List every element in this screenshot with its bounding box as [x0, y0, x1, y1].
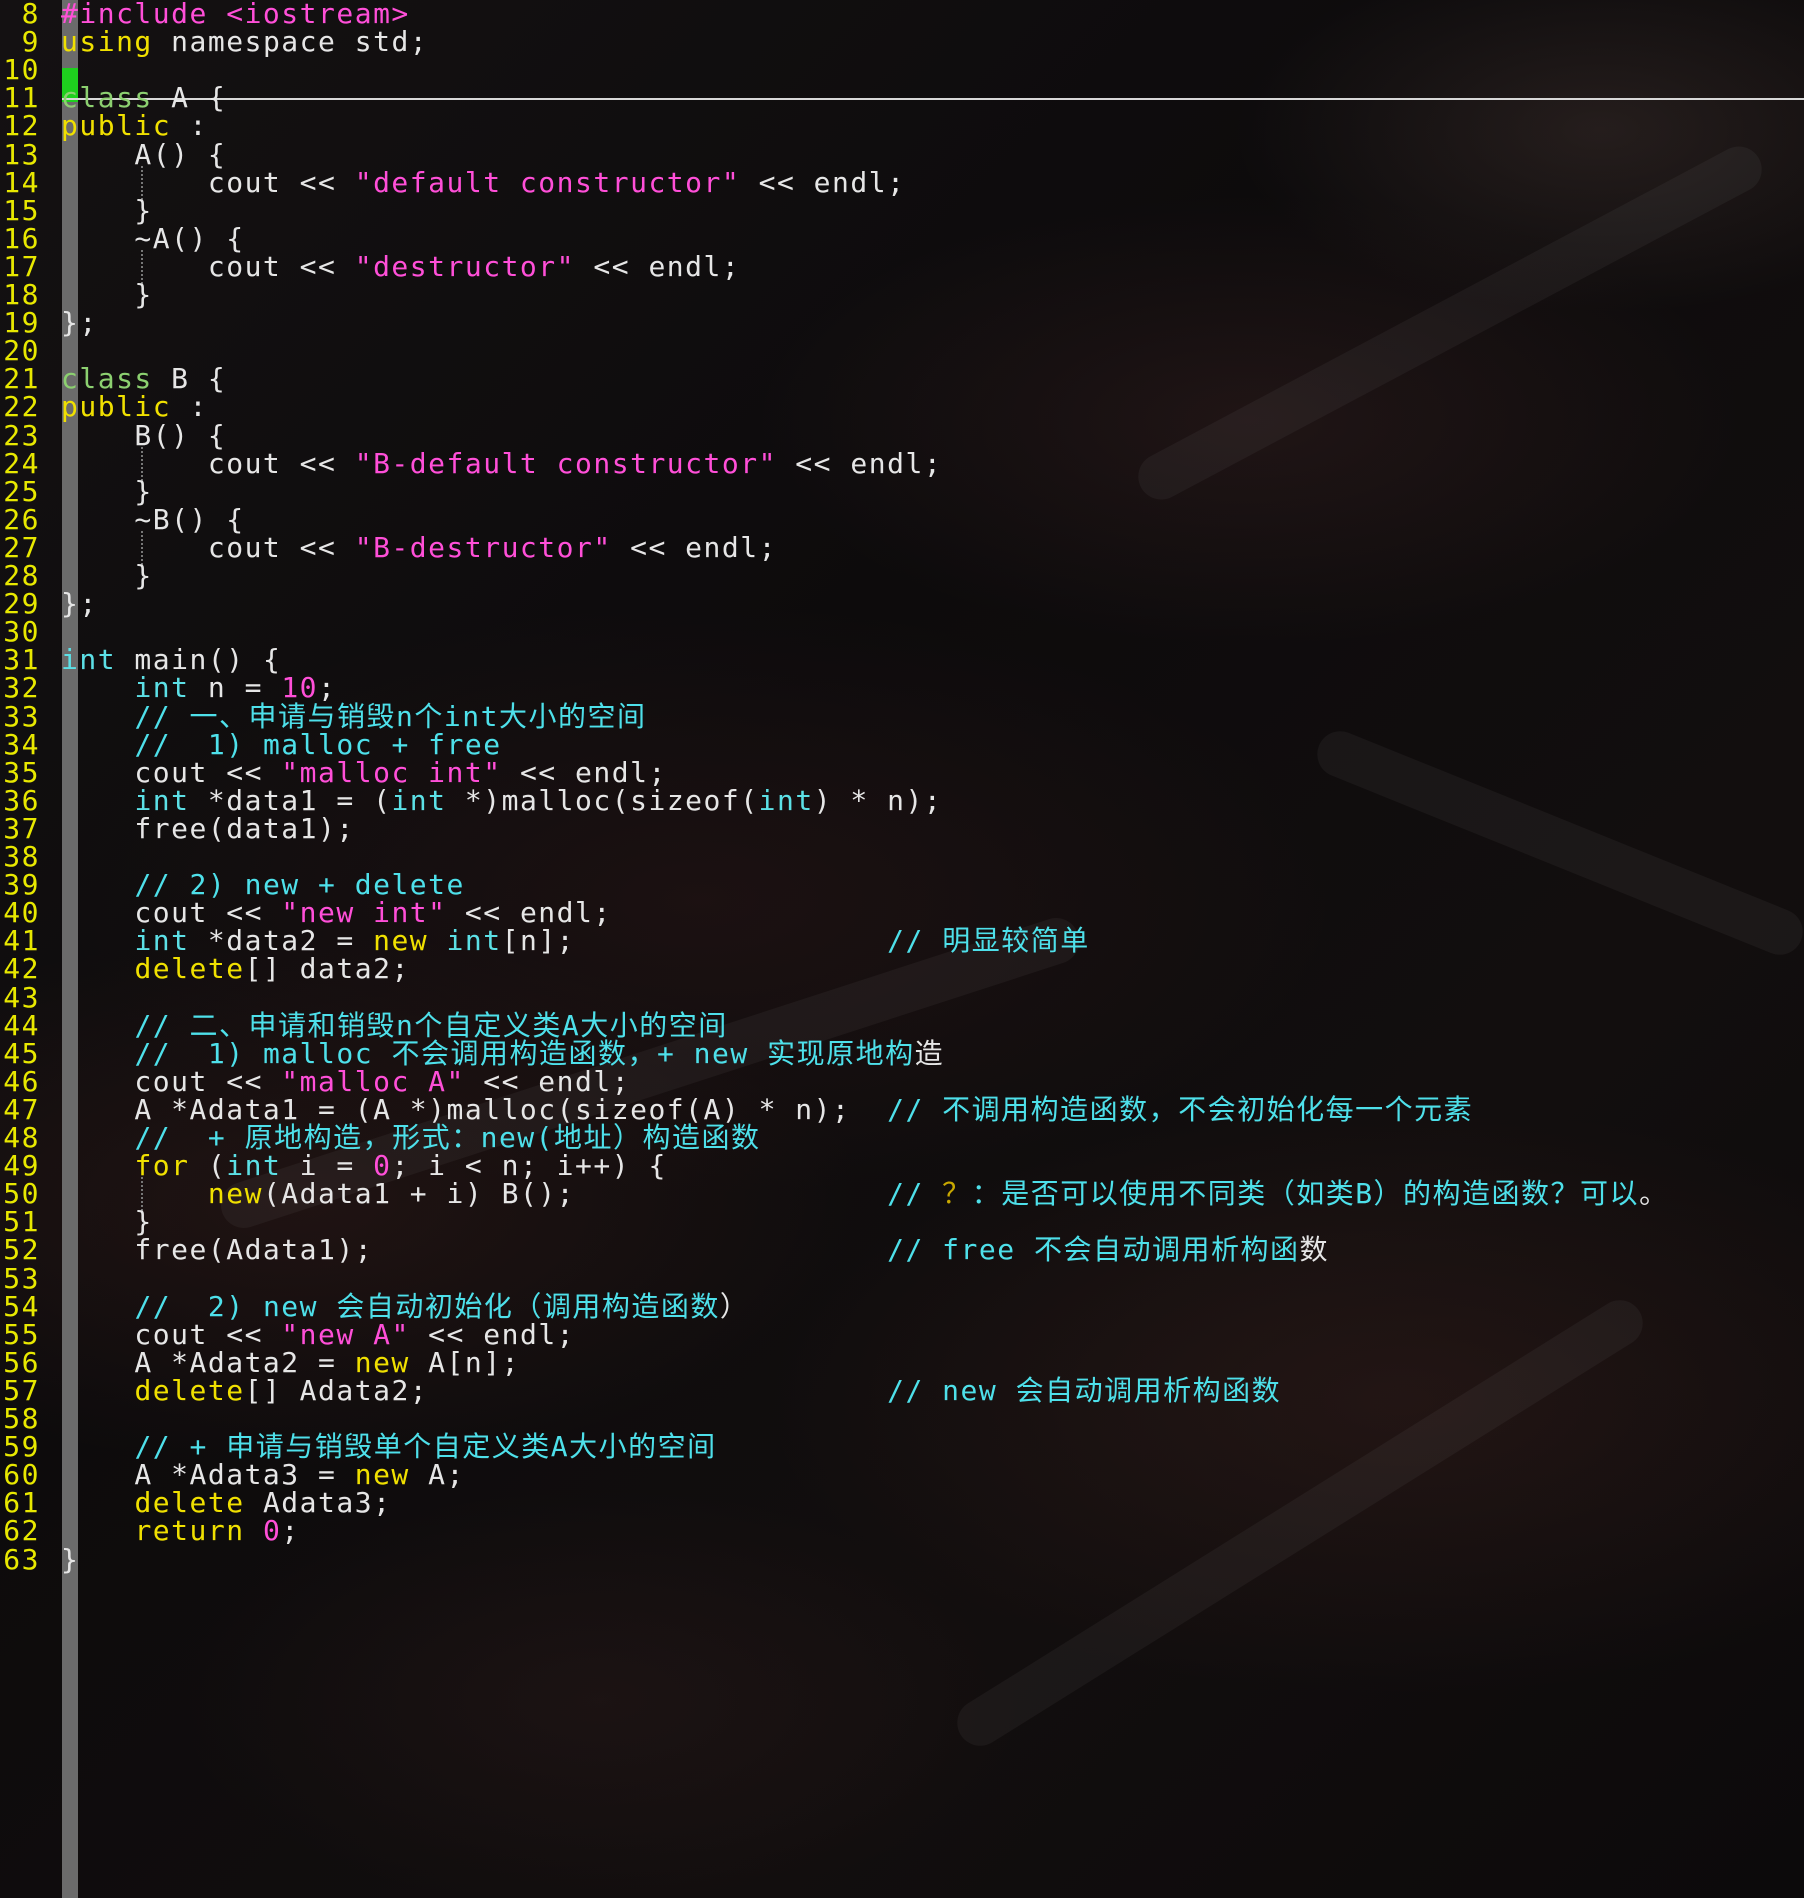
code-token: // 明显较简单 — [887, 924, 1090, 958]
code-token: "default constructor" — [354, 165, 741, 199]
code-token: delete — [134, 952, 245, 986]
code-token: ; — [281, 1514, 300, 1548]
code-token: free(Adata1); — [61, 1233, 888, 1267]
code-text[interactable]: }; — [61, 587, 98, 621]
line-number: 63 — [3, 1542, 40, 1576]
code-token: (Adata1 + i) B(); — [262, 1177, 888, 1211]
code-token: [n]; — [501, 924, 888, 958]
code-token: // — [887, 1177, 943, 1211]
code-token: ：是否可以使用不同类（如类B）的构造函数？可以 — [971, 1177, 1640, 1211]
code-token: << endl; — [776, 446, 943, 480]
background-stroke — [1310, 724, 1804, 962]
code-token: *)malloc(sizeof( — [446, 783, 759, 817]
code-token: ） — [719, 1289, 750, 1323]
code-text[interactable]: delete[] Adata2; // new 会自动调用析构函数 — [61, 1374, 1281, 1408]
code-token: ) * n); — [813, 783, 943, 817]
code-token: 造 — [914, 1036, 945, 1070]
code-token: }; — [61, 587, 98, 621]
code-token: ？ — [942, 1177, 972, 1211]
code-text[interactable]: using namespace std; — [61, 25, 428, 59]
cursor-line-underline — [62, 98, 1804, 100]
code-token: [] Adata2; — [244, 1373, 888, 1407]
code-text[interactable]: cout << "default constructor" << endl; — [61, 166, 905, 200]
code-token: [] data2; — [244, 952, 410, 986]
code-text[interactable]: cout << "B-destructor" << endl; — [61, 531, 777, 565]
code-token: "B-destructor" — [354, 530, 612, 564]
code-text[interactable]: cout << "destructor" << endl; — [61, 250, 740, 284]
code-token: 。 — [1639, 1177, 1669, 1211]
code-token: 0 — [262, 1514, 282, 1548]
code-line[interactable]: 63} — [0, 1542, 78, 1577]
code-token: // 不调用构造函数，不会初始化每一个元素 — [887, 1092, 1474, 1126]
code-token: int — [391, 783, 447, 817]
code-token: int — [446, 924, 502, 958]
code-token: }; — [61, 306, 98, 340]
code-token: delete — [134, 1373, 245, 1407]
code-token: << endl; — [611, 530, 777, 564]
background-stroke — [1130, 138, 1770, 508]
code-token: return — [134, 1514, 245, 1548]
code-text[interactable]: free(data1); — [61, 812, 355, 846]
code-token: free(data1); — [61, 811, 355, 845]
code-token: // free 不会自动调用析构函 — [887, 1233, 1300, 1267]
code-token: new — [207, 1177, 263, 1211]
code-text[interactable]: cout << "B-default constructor" << endl; — [61, 447, 942, 481]
code-text[interactable]: return 0; — [61, 1514, 300, 1548]
code-token: "destructor" — [354, 249, 576, 283]
code-token: } — [61, 1542, 80, 1576]
code-token: "B-default constructor" — [354, 446, 777, 480]
code-token: int — [758, 783, 814, 817]
code-text[interactable]: delete[] data2; — [61, 952, 410, 986]
code-token: using — [61, 25, 153, 59]
code-editor[interactable]: 8 #include <iostream> 9 using namespace std… — [0, 0, 1804, 1898]
code-token: << endl; — [740, 165, 906, 199]
code-token: namespace std; — [152, 25, 429, 59]
code-text[interactable]: new(Adata1 + i) B(); // ？：是否可以使用不同类（如类B）… — [61, 1177, 1669, 1211]
code-token: // new 会自动调用析构函数 — [887, 1373, 1282, 1407]
code-token: 数 — [1299, 1233, 1329, 1267]
code-text[interactable]: } — [61, 1543, 79, 1577]
background-stroke — [948, 1291, 1652, 1755]
code-text[interactable]: }; — [61, 306, 98, 340]
code-token: A; — [409, 1458, 465, 1492]
code-text[interactable]: free(Adata1); // free 不会自动调用析构函数 — [61, 1233, 1329, 1267]
code-token: << endl; — [575, 249, 741, 283]
